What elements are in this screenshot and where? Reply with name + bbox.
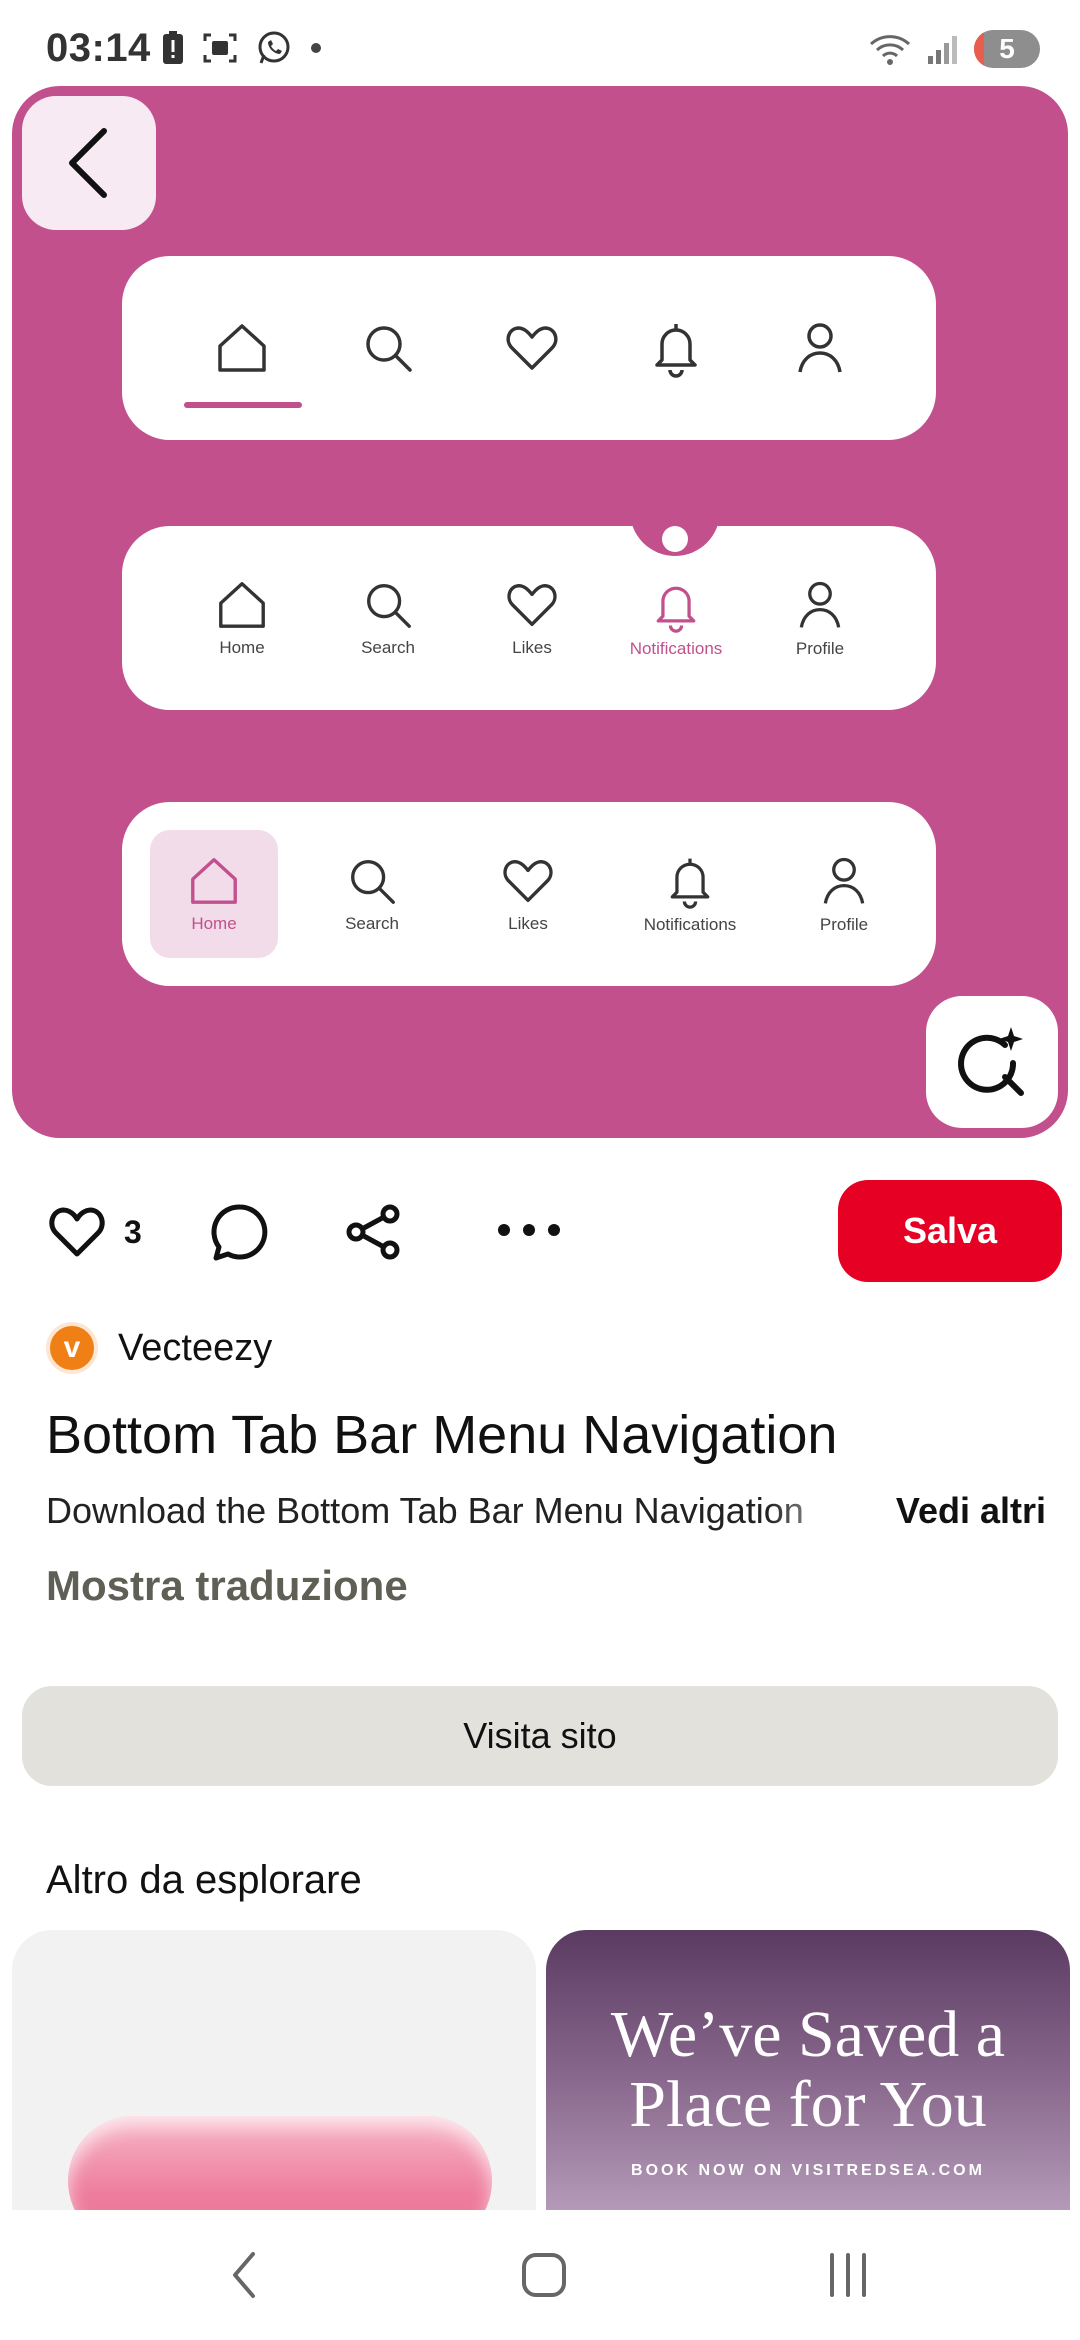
signal-icon	[928, 36, 957, 64]
profile-icon	[798, 323, 842, 373]
visual-search-icon	[958, 1027, 1024, 1096]
tab-home	[172, 256, 312, 440]
pin-title: Bottom Tab Bar Menu Navigation	[46, 1405, 838, 1465]
profile-icon	[823, 857, 865, 904]
creator-name[interactable]: Vecteezy	[118, 1327, 272, 1370]
more-options-button[interactable]	[496, 1222, 562, 1238]
avatar[interactable]: v	[46, 1322, 98, 1374]
status-notification-icons	[162, 30, 322, 66]
share-icon	[346, 1204, 400, 1260]
tab-label: Search	[345, 914, 399, 933]
back-icon	[233, 2252, 255, 2298]
battery-icon: 5	[974, 30, 1040, 68]
nav-home-button[interactable]	[484, 2240, 604, 2310]
explore-card[interactable]	[12, 1930, 536, 2210]
like-button[interactable]: 3	[46, 1204, 142, 1260]
visit-site-button[interactable]: Visita sito	[22, 1686, 1058, 1786]
battery-level: 5	[999, 33, 1015, 64]
whatsapp-icon	[258, 31, 290, 64]
back-button[interactable]	[22, 96, 156, 230]
home-square-icon	[522, 2253, 566, 2297]
comment-icon	[211, 1204, 268, 1261]
search-icon	[351, 860, 395, 904]
tab-profile: Profile	[774, 802, 914, 986]
pink-button-illustration	[68, 2116, 492, 2210]
heart-icon	[503, 860, 553, 902]
tab-home: Home	[144, 802, 284, 986]
more-to-explore-heading: Altro da esplorare	[46, 1858, 362, 1902]
tab-search	[318, 256, 458, 440]
tab-label: Home	[191, 914, 237, 933]
tab-label: Notifications	[629, 639, 723, 658]
alert-icon	[163, 31, 183, 64]
bell-icon	[670, 858, 710, 909]
tab-label: Home	[219, 638, 265, 657]
nav-back-button[interactable]	[184, 2240, 304, 2310]
status-time: 03:14	[46, 26, 151, 70]
pin-actions: 3 Salva	[0, 1180, 1080, 1284]
tab-home: Home	[172, 526, 312, 710]
like-count: 3	[124, 1213, 142, 1250]
home-icon	[218, 324, 266, 372]
bell-icon	[656, 586, 696, 633]
screenshot-icon	[203, 33, 237, 63]
tab-label: Likes	[512, 638, 552, 657]
comment-button[interactable]	[210, 1202, 270, 1262]
tab-label: Search	[361, 638, 415, 657]
profile-icon	[799, 581, 841, 628]
tab-bar-example-3: Home Search Likes Notifications Profile	[122, 802, 936, 986]
heart-icon	[506, 326, 558, 370]
wifi-icon	[869, 35, 911, 65]
tab-label: Notifications	[643, 915, 737, 934]
heart-icon	[507, 584, 557, 626]
tab-profile: Profile	[750, 526, 890, 710]
show-translation-link[interactable]: Mostra traduzione	[46, 1562, 408, 1610]
tab-likes	[462, 256, 602, 440]
active-tab-underline	[184, 402, 302, 408]
card-headline: We’ve Saved a Place for You	[610, 1998, 1006, 2141]
system-navigation-bar	[0, 2210, 1080, 2340]
chevron-left-icon	[69, 128, 107, 198]
status-bar: 03:14 5	[0, 0, 1080, 84]
tab-likes: Likes	[462, 526, 602, 710]
tab-search: Search	[318, 526, 458, 710]
tab-search: Search	[302, 802, 442, 986]
search-icon	[367, 584, 411, 628]
tab-likes: Likes	[458, 802, 598, 986]
more-horizontal-icon	[498, 1224, 560, 1236]
search-icon	[366, 326, 412, 372]
tab-notifications	[606, 256, 746, 440]
card-subtext: BOOK NOW ON VISITREDSEA.COM	[631, 2162, 985, 2179]
bell-icon	[655, 324, 697, 378]
tab-profile	[750, 256, 890, 440]
save-button[interactable]: Salva	[838, 1180, 1062, 1282]
nav-recents-button[interactable]	[788, 2240, 908, 2310]
status-system-icons: 5	[868, 30, 1040, 68]
heart-icon	[49, 1207, 105, 1257]
tab-notifications: Notifications	[620, 802, 760, 986]
creator-row[interactable]: v Vecteezy	[46, 1322, 272, 1374]
see-more-link[interactable]: Vedi altri	[896, 1490, 1046, 1532]
tab-label: Profile	[795, 639, 845, 658]
description-row: Download the Bottom Tab Bar Menu Navigat…	[46, 1490, 1046, 1546]
visual-search-button[interactable]	[926, 996, 1058, 1128]
tab-label: Profile	[819, 915, 869, 934]
tab-label: Likes	[508, 914, 548, 933]
recents-icon	[830, 2253, 866, 2297]
home-icon	[191, 858, 237, 904]
dot-icon	[311, 43, 321, 53]
share-button[interactable]	[344, 1202, 404, 1262]
tab-bar-example-1	[122, 256, 936, 440]
tab-notifications: Notifications	[606, 526, 746, 710]
explore-card[interactable]: We’ve Saved a Place for You BOOK NOW ON …	[546, 1930, 1070, 2210]
pin-description: Download the Bottom Tab Bar Menu Navigat…	[46, 1490, 804, 1531]
home-icon	[219, 582, 265, 628]
tab-bar-example-2: Home Search Likes Notifications Profile	[122, 500, 936, 710]
pin-image[interactable]: Home Search Likes Notifications Profile …	[12, 86, 1068, 1138]
